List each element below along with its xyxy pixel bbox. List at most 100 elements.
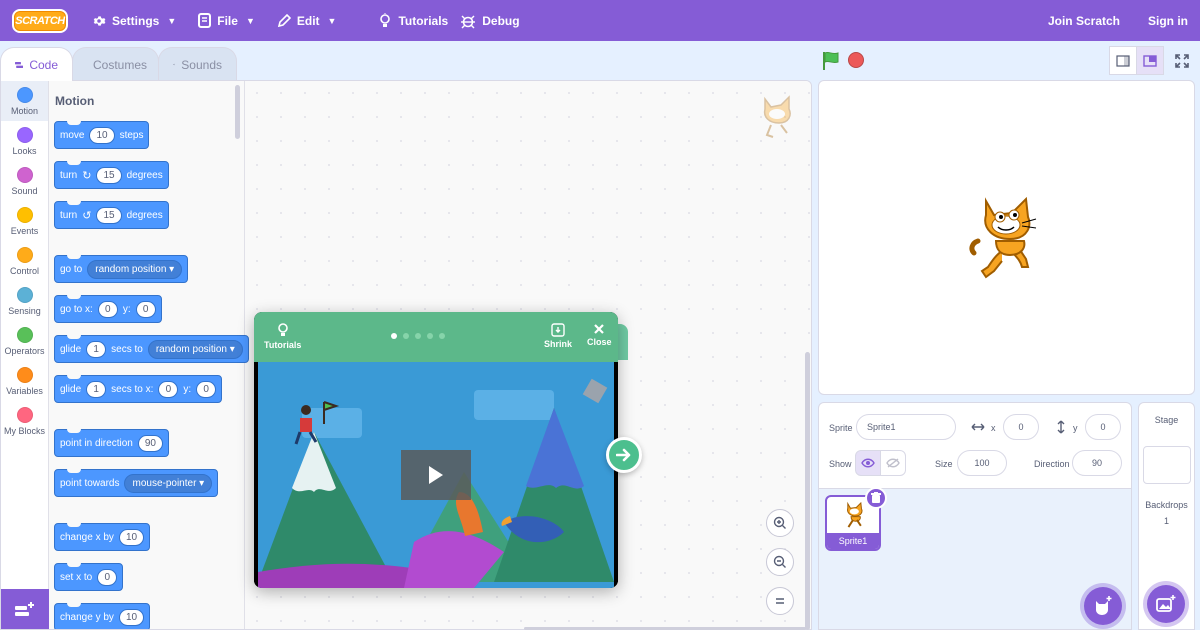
step-dot[interactable] (427, 333, 433, 339)
add-extension-icon (15, 602, 34, 616)
target-dropdown[interactable]: random position ▾ (87, 259, 183, 279)
x-change-input[interactable]: 10 (118, 528, 145, 546)
tab-sounds[interactable]: Sounds (158, 47, 237, 81)
next-step-button[interactable] (606, 437, 642, 473)
category-my-blocks[interactable]: My Blocks (1, 401, 48, 441)
play-button[interactable] (401, 450, 471, 500)
fullscreen-button[interactable] (1168, 46, 1196, 75)
block-text: y: (122, 303, 131, 315)
steps-input[interactable]: 10 (89, 126, 115, 144)
y-label: y (1073, 423, 1078, 433)
turn-right-block[interactable]: turn ↻ 15 degrees (54, 161, 169, 189)
block-text: secs to x: (111, 383, 154, 395)
zoom-out-button[interactable] (766, 548, 794, 576)
zoom-in-button[interactable] (766, 509, 794, 537)
y-input[interactable]: 0 (196, 380, 217, 398)
category-menu: Motion Looks Sound Events Control Sensin… (1, 81, 49, 629)
workspace-vertical-scrollbar[interactable] (805, 352, 810, 630)
choose-sprite-button[interactable] (1084, 587, 1122, 625)
point-in-direction-block[interactable]: point in direction 90 (54, 429, 169, 457)
x-input[interactable]: 0 (158, 380, 179, 398)
category-control[interactable]: Control (1, 241, 48, 281)
y-input[interactable]: 0 (135, 300, 156, 318)
block-text: change x by (60, 531, 114, 543)
glide-to-xy-block[interactable]: glide 1 secs to x: 0 y: 0 (54, 375, 223, 403)
stop-icon[interactable] (848, 52, 864, 68)
x-input[interactable]: 0 (97, 568, 118, 586)
stage-thumbnail (1142, 446, 1191, 484)
go-to-block[interactable]: go to random position ▾ (54, 255, 189, 283)
step-dot[interactable] (439, 333, 445, 339)
join-scratch-link[interactable]: Join Scratch (1048, 14, 1120, 28)
chevron-down-icon: ▼ (245, 15, 255, 26)
small-stage-button[interactable] (1109, 46, 1137, 75)
tab-costumes[interactable]: Costumes (72, 47, 159, 81)
step-dot[interactable] (403, 333, 409, 339)
step-dot[interactable] (391, 333, 397, 339)
sign-in-link[interactable]: Sign in (1148, 14, 1188, 28)
show-hidden-button[interactable] (880, 450, 906, 476)
x-input[interactable]: 0 (97, 300, 118, 318)
add-extension-button[interactable] (1, 589, 49, 629)
delete-sprite-button[interactable] (865, 487, 887, 509)
turn-left-block[interactable]: turn ↺ 15 degrees (54, 201, 169, 229)
move-steps-block[interactable]: move 10 steps (54, 121, 150, 149)
target-dropdown[interactable]: mouse-pointer ▾ (124, 473, 213, 493)
backdrops-label: Backdrops (1145, 500, 1188, 510)
change-x-block[interactable]: change x by 10 (54, 523, 151, 551)
category-dot (16, 86, 33, 103)
speaker-icon (173, 63, 176, 66)
direction-field[interactable]: 90 (1072, 450, 1122, 476)
target-dropdown[interactable]: random position ▾ (147, 339, 243, 359)
change-y-block[interactable]: change y by 10 (54, 603, 151, 629)
category-sensing[interactable]: Sensing (1, 281, 48, 321)
category-dot (16, 286, 33, 303)
x-position-field[interactable]: 0 (1003, 414, 1039, 440)
x-arrows-icon (971, 423, 985, 431)
secs-input[interactable]: 1 (86, 340, 107, 358)
secs-input[interactable]: 1 (86, 380, 107, 398)
settings-menu[interactable]: Settings ▼ (92, 14, 176, 28)
cat-sprite-icon[interactable] (966, 193, 1044, 285)
shrink-button[interactable]: Shrink (544, 323, 572, 349)
normal-stage-button[interactable] (1136, 46, 1164, 75)
category-variables[interactable]: Variables (1, 361, 48, 401)
scratch-logo[interactable]: SCRATCH (12, 8, 68, 33)
point-towards-block[interactable]: point towards mouse-pointer ▾ (54, 469, 219, 497)
category-motion[interactable]: Motion (1, 81, 48, 121)
close-tutorial-button[interactable]: Close (587, 323, 612, 347)
tutorials-expand-button[interactable]: Tutorials (264, 322, 301, 350)
choose-backdrop-button[interactable] (1147, 585, 1185, 623)
y-position-field[interactable]: 0 (1085, 414, 1121, 440)
degrees-input[interactable]: 15 (96, 206, 122, 224)
file-menu[interactable]: File ▼ (198, 13, 255, 28)
file-label: File (217, 13, 238, 28)
category-operators[interactable]: Operators (1, 321, 48, 361)
tutorials-menu[interactable]: Tutorials (378, 12, 448, 29)
set-x-block[interactable]: set x to 0 (54, 563, 124, 591)
size-field[interactable]: 100 (957, 450, 1007, 476)
edit-menu[interactable]: Edit ▼ (277, 13, 336, 28)
go-to-xy-block[interactable]: go to x: 0 y: 0 (54, 295, 162, 323)
sprite-name-field[interactable]: Sprite1 (856, 414, 956, 440)
step-dot[interactable] (415, 333, 421, 339)
block-text: glide (60, 383, 82, 395)
tutorial-video[interactable] (254, 362, 618, 588)
y-change-input[interactable]: 10 (118, 608, 145, 626)
debug-menu[interactable]: Debug (460, 13, 520, 29)
palette-scrollbar[interactable] (235, 85, 240, 139)
glide-to-block[interactable]: glide 1 secs to random position ▾ (54, 335, 249, 363)
direction-input[interactable]: 90 (137, 434, 163, 452)
green-flag-icon[interactable] (822, 51, 840, 71)
block-text: degrees (126, 209, 163, 221)
tab-code[interactable]: Code (0, 47, 73, 81)
degrees-input[interactable]: 15 (96, 166, 122, 184)
category-looks[interactable]: Looks (1, 121, 48, 161)
zoom-reset-button[interactable] (766, 587, 794, 615)
block-text: degrees (126, 169, 163, 181)
category-sound[interactable]: Sound (1, 161, 48, 201)
debug-label: Debug (482, 13, 520, 28)
category-events[interactable]: Events (1, 201, 48, 241)
stage-canvas[interactable] (818, 80, 1195, 395)
show-visible-button[interactable] (855, 450, 881, 476)
